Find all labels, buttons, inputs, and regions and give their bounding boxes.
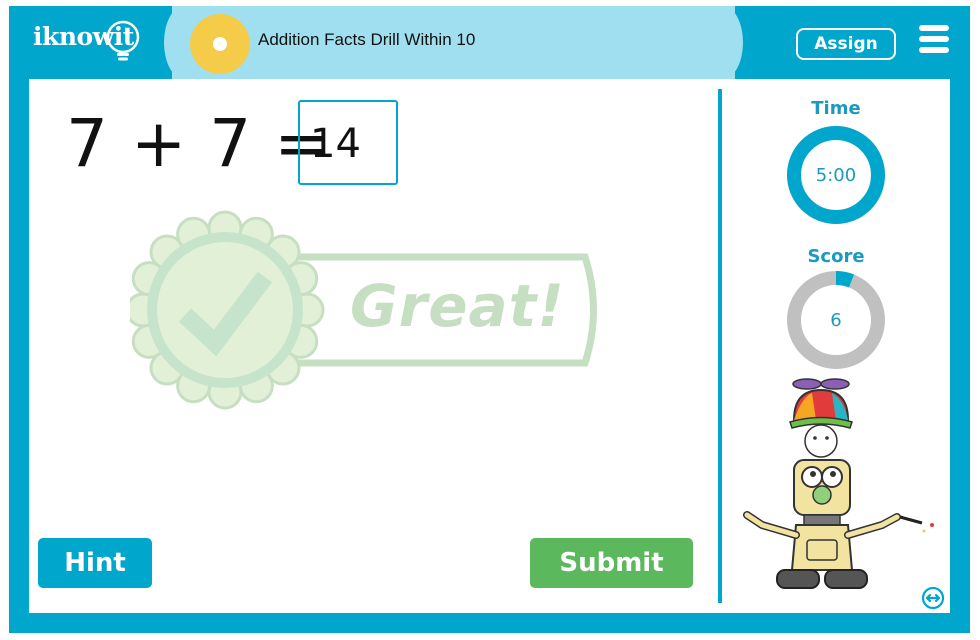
score-value: 6 [830,310,842,331]
robot-mascot-icon [743,378,934,589]
time-label: Time [811,98,861,119]
feedback-text: Great! [350,272,565,340]
activity-dot-icon [190,14,250,74]
activity-title: Addition Facts Drill Within 10 [258,30,476,49]
hamburger-menu-icon[interactable] [919,25,949,53]
lightbulb-logo-icon [106,20,140,61]
panel-divider [718,89,722,603]
assign-button[interactable]: Assign [796,28,896,60]
answer-input[interactable]: 14 [298,100,398,185]
swap-horizontal-icon[interactable] [921,586,945,610]
operand-b: 7 [209,105,253,182]
equation: 7 + 7 = [66,104,331,184]
operator: + [130,105,188,182]
score-label: Score [807,246,865,267]
submit-button[interactable]: Submit [530,538,693,588]
hint-button[interactable]: Hint [38,538,152,588]
operand-a: 7 [66,105,109,182]
time-value: 5:00 [815,165,857,186]
